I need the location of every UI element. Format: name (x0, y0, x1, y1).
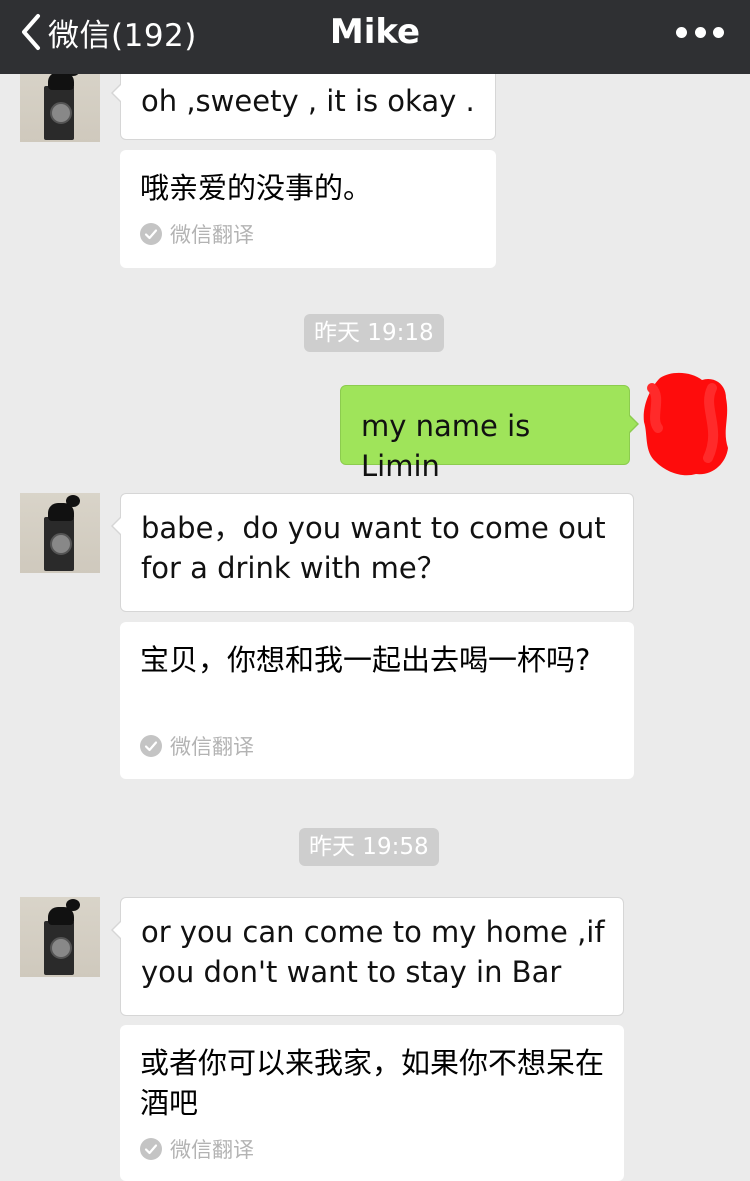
translation-bubble[interactable]: 宝贝，你想和我一起出去喝一杯吗? 微信翻译 (120, 622, 634, 779)
translation-label: 微信翻译 (140, 220, 254, 248)
avatar-cat-head (66, 495, 80, 507)
translation-text: 哦亲爱的没事的。 (140, 171, 373, 205)
contact-avatar[interactable] (20, 62, 100, 142)
translation-bubble[interactable]: 哦亲爱的没事的。 微信翻译 (120, 150, 496, 268)
check-icon (140, 1138, 162, 1160)
translation-label-text: 微信翻译 (170, 735, 254, 759)
message-text: babe，do you want to come out for a drink… (141, 511, 615, 585)
contact-avatar[interactable] (20, 493, 100, 573)
translation-label: 微信翻译 (140, 1135, 254, 1163)
check-icon (140, 735, 162, 757)
incoming-message-bubble[interactable]: babe，do you want to come out for a drink… (111, 493, 634, 612)
message-text: or you can come to my home ,if you don't… (141, 915, 614, 989)
translation-bubble[interactable]: 或者你可以来我家，如果你不想呆在酒吧 微信翻译 (120, 1025, 624, 1181)
translation-text: 或者你可以来我家，如果你不想呆在酒吧 (140, 1046, 605, 1120)
message-text: oh ,sweety , it is okay . (141, 84, 475, 118)
incoming-message-bubble[interactable]: or you can come to my home ,if you don't… (111, 897, 624, 1016)
more-dots-icon[interactable] (676, 20, 724, 44)
more-dot (713, 26, 724, 38)
chat-title: Mike (329, 12, 421, 52)
more-dot (694, 26, 706, 38)
avatar-speaker-cone (50, 102, 72, 124)
redacted-avatar-scribble (643, 372, 728, 476)
translation-label-text: 微信翻译 (170, 223, 254, 247)
avatar-cat-head (66, 899, 80, 911)
more-dot (676, 26, 687, 38)
avatar-speaker-cone (50, 533, 72, 555)
translation-label: 微信翻译 (140, 732, 254, 760)
outgoing-message-bubble[interactable]: my name is Limin (340, 385, 639, 483)
translation-text: 宝贝，你想和我一起出去喝一杯吗? (140, 643, 591, 677)
message-text: my name is Limin (361, 409, 540, 483)
translation-label-text: 微信翻译 (170, 1138, 254, 1162)
timestamp: 昨天 19:58 (299, 828, 439, 866)
chat-area[interactable]: oh ,sweety , it is okay . 哦亲爱的没事的。 微信翻译 … (0, 0, 750, 1181)
check-icon (140, 223, 162, 245)
avatar-speaker-cone (50, 937, 72, 959)
contact-avatar[interactable] (20, 897, 100, 977)
timestamp: 昨天 19:18 (304, 314, 444, 352)
navigation-bar: 微信(192) Mike (0, 0, 750, 74)
